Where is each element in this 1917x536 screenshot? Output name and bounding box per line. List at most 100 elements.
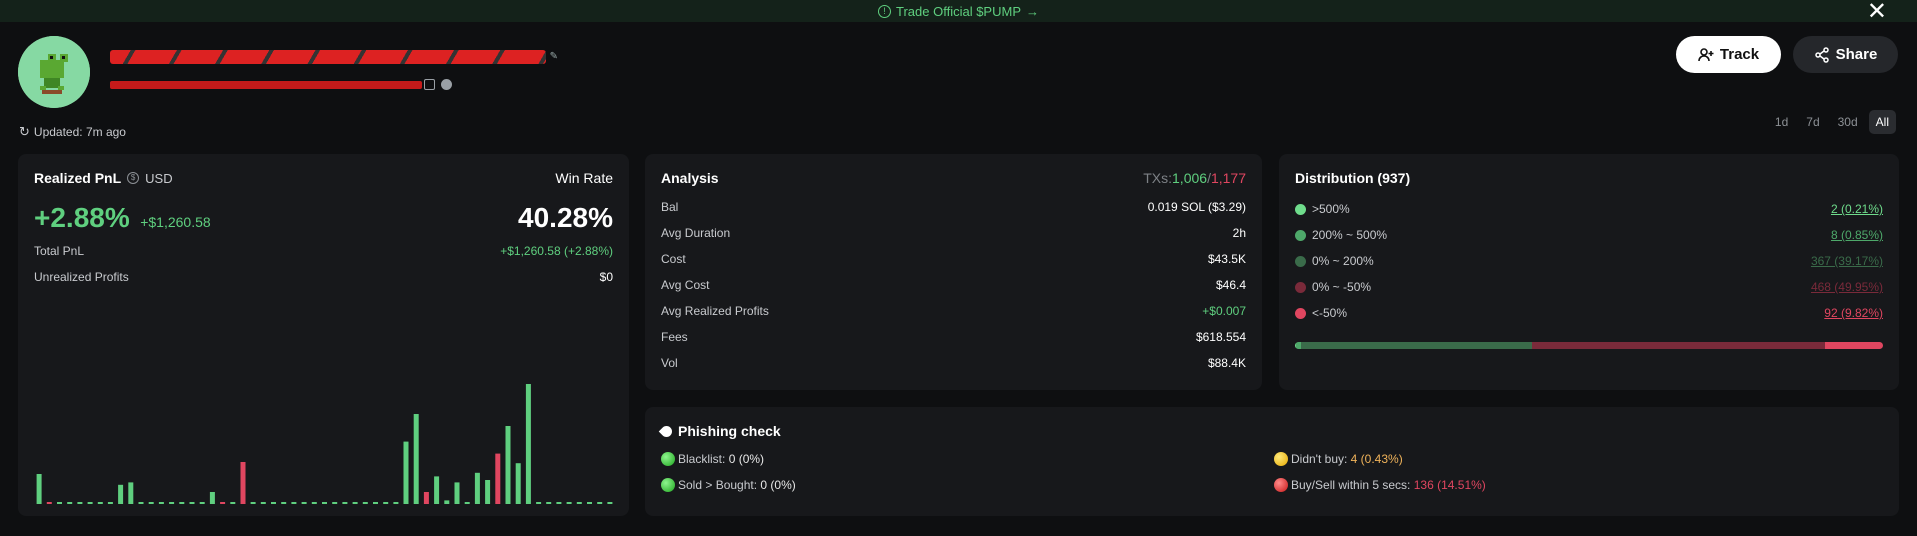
- track-button[interactable]: Track: [1676, 36, 1781, 73]
- distribution-count[interactable]: 2 (0.21%): [1831, 202, 1883, 216]
- pnl-bar[interactable]: [97, 502, 103, 504]
- pnl-bar[interactable]: [301, 502, 307, 504]
- edit-icon[interactable]: ✎: [550, 51, 558, 62]
- pnl-bar[interactable]: [413, 414, 419, 504]
- pnl-bar[interactable]: [260, 502, 266, 504]
- user-plus-icon: [1698, 47, 1714, 61]
- distribution-segment: [1531, 342, 1826, 349]
- promo-banner[interactable]: ! Trade Official $PUMP →: [0, 0, 1917, 22]
- period-7d[interactable]: 7d: [1799, 110, 1826, 134]
- pnl-bar[interactable]: [250, 502, 256, 504]
- pnl-bar[interactable]: [57, 502, 62, 504]
- pnl-bar[interactable]: [576, 502, 582, 504]
- legend-dot-icon: [1295, 204, 1306, 216]
- pnl-bar[interactable]: [189, 502, 195, 504]
- pnl-bar[interactable]: [220, 502, 226, 504]
- pnl-bar[interactable]: [332, 502, 338, 504]
- pnl-bar[interactable]: [587, 502, 592, 504]
- pnl-bar[interactable]: [281, 502, 287, 504]
- pnl-bar[interactable]: [495, 453, 501, 504]
- currency-label[interactable]: USD: [145, 171, 172, 186]
- period-1d[interactable]: 1d: [1768, 110, 1795, 134]
- pnl-bar[interactable]: [546, 502, 552, 504]
- pnl-bar[interactable]: [311, 502, 317, 504]
- updated-text: Updated: 7m ago: [33, 125, 126, 139]
- pnl-bar[interactable]: [352, 502, 358, 504]
- copy-icon[interactable]: [424, 79, 435, 90]
- pnl-bar[interactable]: [148, 502, 154, 504]
- pnl-bar[interactable]: [291, 502, 297, 504]
- pnl-bar[interactable]: [199, 502, 205, 504]
- avg-realized-value: +$0.007: [1202, 304, 1246, 318]
- winrate-label: Win Rate: [555, 170, 613, 186]
- pnl-bar[interactable]: [434, 476, 440, 504]
- distribution-row: 200% ~ 500% 8 (0.85%): [1295, 222, 1883, 248]
- pnl-bar[interactable]: [403, 441, 409, 504]
- pnl-bar[interactable]: [556, 502, 562, 504]
- pnl-bar[interactable]: [464, 502, 470, 504]
- pnl-bar[interactable]: [444, 500, 450, 504]
- pnl-bar[interactable]: [169, 502, 175, 504]
- analysis-row: Avg Cost $46.4: [661, 272, 1246, 298]
- pnl-bar[interactable]: [515, 463, 521, 504]
- txs-counter: TXs:1,006/1,177: [1143, 170, 1246, 186]
- pnl-bar[interactable]: [118, 484, 124, 504]
- pnl-bar[interactable]: [138, 502, 144, 504]
- explorer-icon[interactable]: [441, 79, 452, 90]
- pnl-percent: +2.88%: [34, 202, 130, 233]
- pnl-bar[interactable]: [505, 426, 511, 504]
- txs-sells: 1,177: [1210, 170, 1246, 186]
- share-button[interactable]: Share: [1793, 36, 1898, 73]
- pnl-bar[interactable]: [342, 502, 348, 504]
- pnl-bar[interactable]: [566, 502, 572, 504]
- pnl-bar[interactable]: [474, 472, 480, 504]
- phishing-blacklist: Blacklist: 0 (0%): [661, 449, 1274, 469]
- pnl-bar[interactable]: [485, 480, 491, 504]
- distribution-count[interactable]: 92 (9.82%): [1824, 306, 1883, 320]
- pnl-bar[interactable]: [423, 492, 429, 504]
- pnl-bar[interactable]: [77, 502, 83, 504]
- pnl-bar[interactable]: [240, 462, 246, 504]
- sold-bought-value: 0 (0%): [760, 478, 796, 492]
- avg-realized-label: Avg Realized Profits: [661, 304, 769, 318]
- distribution-count[interactable]: 468 (49.95%): [1811, 280, 1883, 294]
- cost-value: $43.5K: [1207, 252, 1246, 266]
- info-circle-icon: !: [878, 4, 891, 18]
- pnl-bar[interactable]: [373, 502, 378, 504]
- pnl-bar[interactable]: [107, 502, 113, 504]
- currency-toggle-icon[interactable]: $: [127, 172, 140, 184]
- pnl-bar[interactable]: [67, 502, 73, 504]
- pnl-bar[interactable]: [362, 502, 368, 504]
- pnl-bar[interactable]: [158, 502, 164, 504]
- pnl-bar[interactable]: [454, 482, 460, 504]
- pnl-bar[interactable]: [322, 502, 327, 504]
- pnl-bar[interactable]: [36, 474, 42, 504]
- pnl-bar[interactable]: [393, 502, 399, 504]
- pnl-bar[interactable]: [607, 502, 613, 504]
- pnl-bar[interactable]: [383, 502, 389, 504]
- refresh-icon[interactable]: ↻: [19, 124, 30, 140]
- didnt-buy-value: 4 (0.43%): [1350, 452, 1403, 466]
- pnl-bar[interactable]: [536, 502, 542, 504]
- close-icon[interactable]: ✕: [1867, 0, 1887, 26]
- period-all[interactable]: All: [1868, 110, 1896, 134]
- avg-cost-label: Avg Cost: [661, 278, 710, 292]
- analysis-card: Analysis TXs:1,006/1,177 Bal 0.019 SOL ($…: [645, 154, 1262, 390]
- status-red-icon: [1274, 478, 1288, 492]
- distribution-range: 200% ~ 500%: [1295, 228, 1387, 242]
- pnl-bar[interactable]: [128, 482, 134, 504]
- banner-text[interactable]: Trade Official $PUMP: [896, 4, 1021, 19]
- distribution-count[interactable]: 367 (39.17%): [1811, 254, 1883, 268]
- pnl-bar[interactable]: [230, 502, 236, 504]
- pnl-bar[interactable]: [271, 502, 276, 504]
- period-30d[interactable]: 30d: [1831, 110, 1865, 134]
- pnl-bar[interactable]: [209, 492, 215, 504]
- pnl-bar[interactable]: [179, 502, 185, 504]
- distribution-range: 0% ~ -50%: [1295, 280, 1371, 294]
- pnl-bar[interactable]: [597, 502, 603, 504]
- pnl-bar[interactable]: [87, 502, 93, 504]
- pnl-bar[interactable]: [525, 384, 531, 504]
- distribution-count[interactable]: 8 (0.85%): [1831, 228, 1883, 242]
- vol-value: $88.4K: [1207, 356, 1246, 370]
- pnl-bar[interactable]: [46, 502, 52, 504]
